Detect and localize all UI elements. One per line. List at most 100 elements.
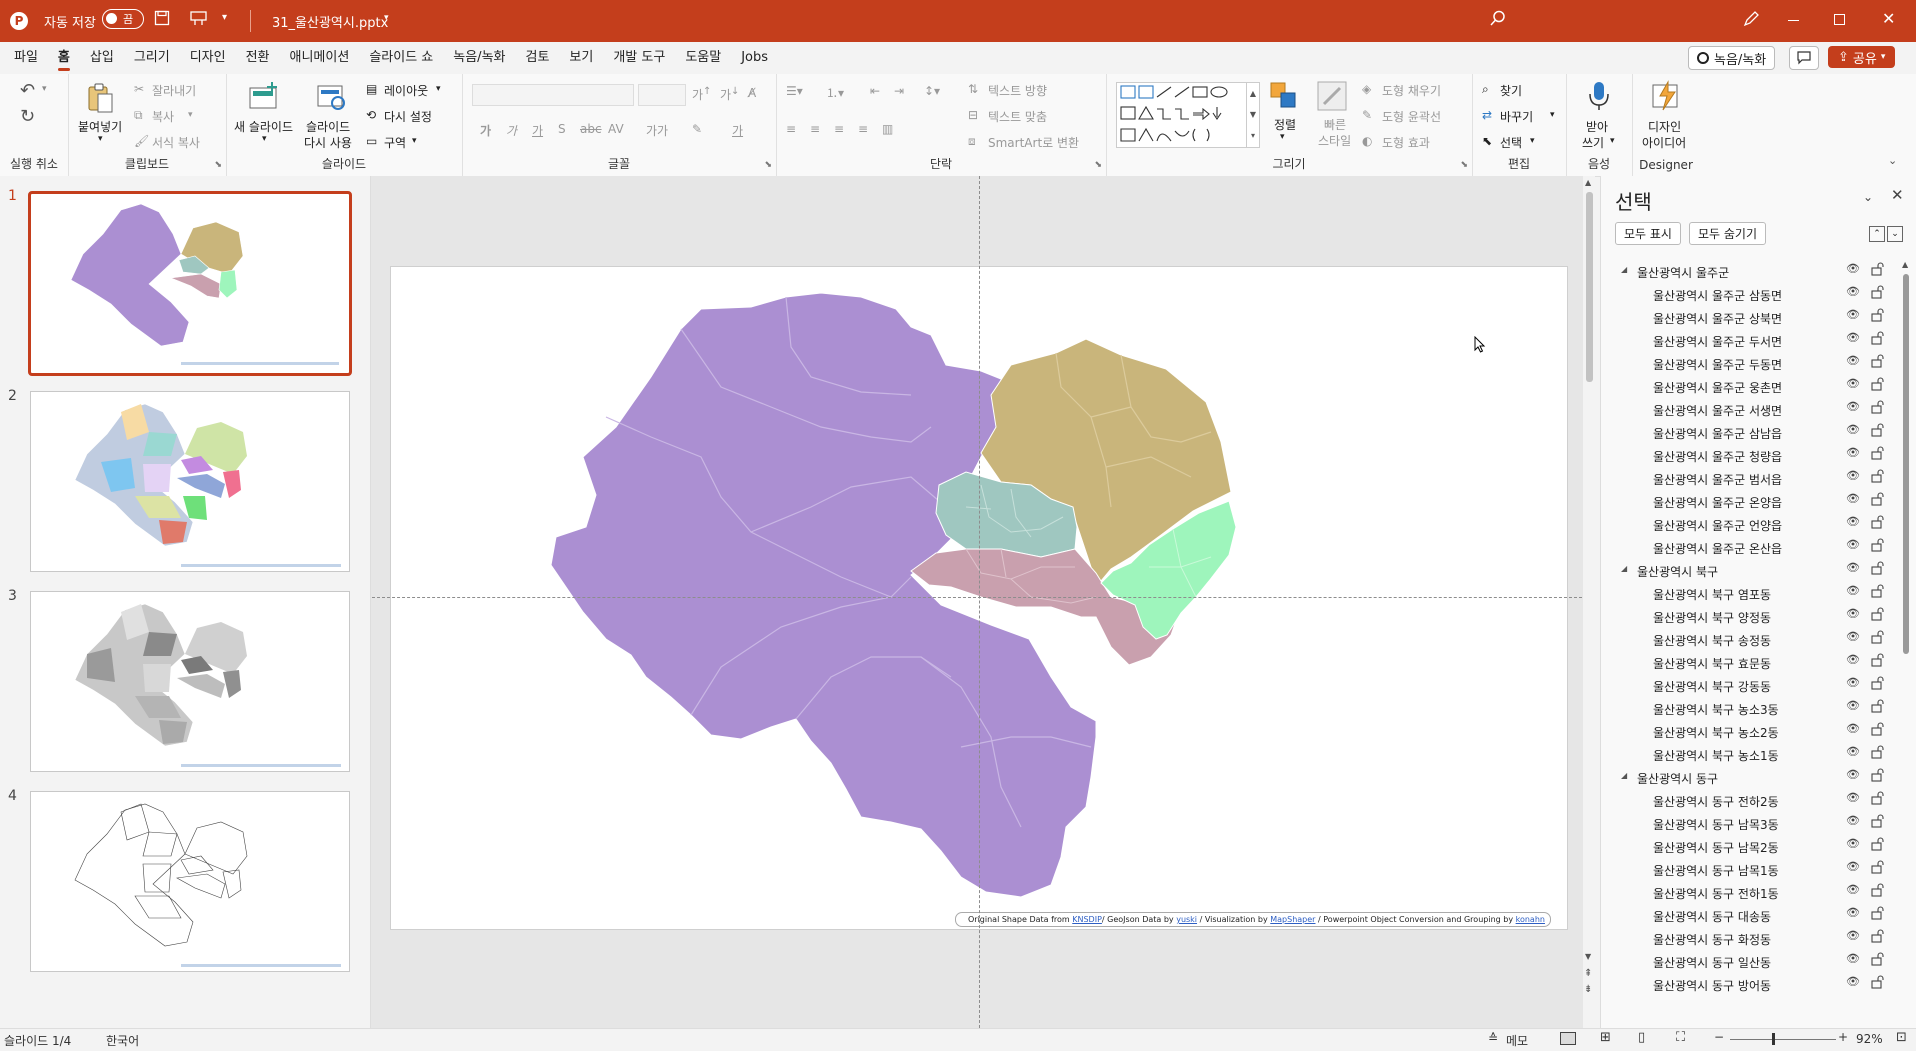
selection-item[interactable]: 울산광역시 북구 효문동 👁	[1601, 651, 1901, 674]
layout-icon[interactable]: ▤	[366, 82, 377, 96]
selection-item[interactable]: 울산광역시 동구 대송동 👁	[1601, 904, 1901, 927]
section-icon[interactable]: ▭	[366, 134, 377, 148]
highlight-icon[interactable]: ✎	[692, 122, 702, 136]
selection-scrollbar[interactable]: ▲	[1901, 260, 1911, 1028]
visibility-eye-icon[interactable]: 👁	[1846, 676, 1860, 689]
unlock-icon[interactable]	[1871, 377, 1884, 395]
select-chevron-icon[interactable]: ▾	[1530, 136, 1535, 146]
horizontal-guide[interactable]	[372, 597, 1582, 598]
arrange-label[interactable]: 정렬	[1274, 116, 1296, 133]
selection-item[interactable]: 울산광역시 울주군 청량읍 👁	[1601, 444, 1901, 467]
visibility-eye-icon[interactable]: 👁	[1846, 906, 1860, 919]
selection-item[interactable]: 울산광역시 동구 남목1동 👁	[1601, 858, 1901, 881]
menu-record[interactable]: 녹음/녹화	[443, 42, 515, 74]
unlock-icon[interactable]	[1871, 699, 1884, 717]
selection-item[interactable]: 울산광역시 동구 일산동 👁	[1601, 950, 1901, 973]
menu-view[interactable]: 보기	[559, 42, 603, 74]
selection-item[interactable]: 울산광역시 울주군 두서면 👁	[1601, 329, 1901, 352]
visibility-eye-icon[interactable]: 👁	[1846, 975, 1860, 988]
menu-help[interactable]: 도움말	[675, 42, 731, 74]
visibility-eye-icon[interactable]: 👁	[1846, 929, 1860, 942]
clipboard-launcher-icon[interactable]: ⬊	[214, 160, 222, 170]
font-color-icon[interactable]: 가	[732, 122, 743, 139]
next-slide-icon[interactable]: ⇟	[1584, 984, 1592, 995]
selection-item[interactable]: 울산광역시 동구 남목2동 👁	[1601, 835, 1901, 858]
change-case-icon[interactable]: 가가	[646, 122, 668, 139]
pen-icon[interactable]	[1742, 10, 1760, 31]
unlock-icon[interactable]	[1871, 285, 1884, 303]
shadow-icon[interactable]: S	[558, 122, 566, 136]
menu-insert[interactable]: 삽입	[80, 42, 124, 74]
unlock-icon[interactable]	[1871, 975, 1884, 993]
zoom-out-icon[interactable]: −	[1714, 1030, 1724, 1044]
decrease-indent-icon[interactable]: ⇤	[870, 84, 880, 98]
copy-icon[interactable]: ⧉	[134, 108, 143, 123]
visibility-eye-icon[interactable]: 👁	[1846, 722, 1860, 735]
visibility-eye-icon[interactable]: 👁	[1846, 538, 1860, 551]
visibility-eye-icon[interactable]: 👁	[1846, 492, 1860, 505]
new-slide-icon[interactable]	[248, 82, 280, 114]
microphone-icon[interactable]	[1584, 80, 1616, 112]
find-icon[interactable]: ⌕	[1482, 82, 1489, 97]
unlock-icon[interactable]	[1871, 883, 1884, 901]
menu-draw[interactable]: 그리기	[124, 42, 180, 74]
text-direction-icon[interactable]: ⇅	[968, 82, 978, 96]
selection-group[interactable]: ◢ 울산광역시 북구 👁	[1601, 559, 1901, 582]
layout-chevron-icon[interactable]: ▾	[436, 84, 441, 94]
shapes-gallery[interactable]: ▲ ▼ ▾	[1116, 82, 1260, 148]
undo-chevron-icon[interactable]: ▾	[42, 84, 47, 94]
smartart-label[interactable]: SmartArt로 변환	[988, 134, 1079, 151]
selection-item[interactable]: 울산광역시 동구 전하2동 👁	[1601, 789, 1901, 812]
slide-thumbnail-3[interactable]	[30, 591, 350, 772]
paragraph-launcher-icon[interactable]: ⬊	[1094, 160, 1102, 170]
align-left-icon[interactable]: ≡	[786, 122, 796, 136]
zoom-level[interactable]: 92%	[1856, 1032, 1883, 1046]
designer-label-2[interactable]: 아이디어	[1642, 134, 1686, 151]
quick-access-dropdown-icon[interactable]: ▾	[222, 12, 227, 23]
text-direction-label[interactable]: 텍스트 방향	[988, 82, 1047, 99]
clear-format-icon[interactable]: A̸	[748, 86, 756, 100]
selection-item[interactable]: 울산광역시 동구 전하1동 👁	[1601, 881, 1901, 904]
selection-item[interactable]: 울산광역시 울주군 온산읍 👁	[1601, 536, 1901, 559]
unlock-icon[interactable]	[1871, 860, 1884, 878]
quick-styles-label-2[interactable]: 스타일	[1318, 132, 1351, 149]
notes-button[interactable]: 메모	[1506, 1032, 1528, 1049]
undo-icon[interactable]: ↶	[20, 80, 35, 101]
section-chevron-icon[interactable]: ▾	[412, 136, 417, 146]
unlock-icon[interactable]	[1871, 492, 1884, 510]
menu-home[interactable]: 홈	[48, 42, 80, 74]
selection-item[interactable]: 울산광역시 동구 남목3동 👁	[1601, 812, 1901, 835]
filename-chevron-icon[interactable]: ▾	[384, 13, 389, 23]
unlock-icon[interactable]	[1871, 538, 1884, 556]
visibility-eye-icon[interactable]: 👁	[1846, 837, 1860, 850]
ribbon-collapse-icon[interactable]: ⌄	[1888, 154, 1897, 167]
char-spacing-icon[interactable]: AV	[608, 122, 624, 136]
pane-options-chevron-icon[interactable]: ⌄	[1863, 190, 1873, 204]
selection-item[interactable]: 울산광역시 북구 농소1동 👁	[1601, 743, 1901, 766]
unlock-icon[interactable]	[1871, 262, 1884, 280]
shape-fill-label[interactable]: 도형 채우기	[1382, 82, 1441, 99]
selection-item[interactable]: 울산광역시 울주군 서생면 👁	[1601, 398, 1901, 421]
visibility-eye-icon[interactable]: 👁	[1846, 262, 1860, 275]
zoom-slider-thumb[interactable]	[1772, 1033, 1775, 1045]
format-painter-label[interactable]: 서식 복사	[152, 134, 200, 151]
visibility-eye-icon[interactable]: 👁	[1846, 883, 1860, 896]
visibility-eye-icon[interactable]: 👁	[1846, 400, 1860, 413]
select-icon[interactable]: ⬉	[1482, 134, 1492, 148]
comment-button[interactable]	[1789, 46, 1819, 70]
slide-thumbnail-1[interactable]	[28, 191, 352, 376]
selection-item[interactable]: 울산광역시 북구 송정동 👁	[1601, 628, 1901, 651]
font-size-box[interactable]	[638, 84, 686, 106]
selection-group[interactable]: ◢ 울산광역시 동구 👁	[1601, 766, 1901, 789]
selection-item[interactable]: 울산광역시 북구 염포동 👁	[1601, 582, 1901, 605]
unlock-icon[interactable]	[1871, 837, 1884, 855]
unlock-icon[interactable]	[1871, 308, 1884, 326]
replace-label[interactable]: 바꾸기	[1500, 108, 1533, 125]
unlock-icon[interactable]	[1871, 515, 1884, 533]
pane-close-icon[interactable]: ✕	[1891, 186, 1904, 204]
unlock-icon[interactable]	[1871, 446, 1884, 464]
sel-scroll-up-icon[interactable]: ▲	[1902, 260, 1908, 269]
unlock-icon[interactable]	[1871, 906, 1884, 924]
quick-styles-icon[interactable]	[1316, 80, 1348, 112]
credit-link-konahn[interactable]: konahn	[1516, 915, 1545, 924]
